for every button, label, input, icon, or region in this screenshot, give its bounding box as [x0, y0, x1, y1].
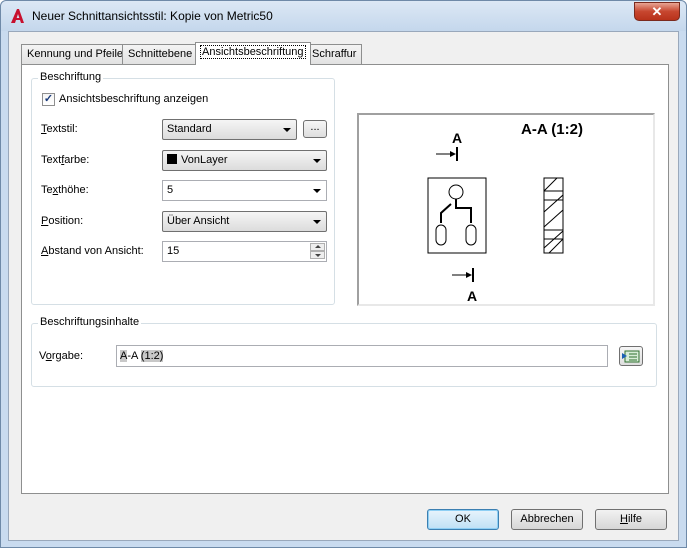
window-title: Neuer Schnittansichtsstil: Kopie von Met…	[32, 9, 273, 23]
autocad-app-icon	[11, 9, 24, 23]
close-button[interactable]: ✕	[634, 2, 680, 21]
part-hole-circle	[448, 184, 464, 200]
position-label: Position:	[41, 215, 84, 227]
chevron-down-icon	[313, 189, 321, 193]
insert-field-icon	[622, 350, 640, 363]
tab-label: Schraffur	[312, 48, 357, 60]
title-bar[interactable]: Neuer Schnittansichtsstil: Kopie von Met…	[1, 1, 686, 31]
beschriftungsinhalte-group-title: Beschriftungsinhalte	[38, 316, 142, 328]
preview-drawing: A-A (1:2) A A	[427, 121, 583, 304]
spin-buttons	[310, 243, 325, 260]
insert-field-button[interactable]	[619, 346, 643, 366]
preview-title: A-A (1:2)	[521, 121, 583, 138]
vorgabe-text: -A	[127, 350, 141, 362]
spin-up-icon[interactable]	[310, 243, 325, 251]
section-label-preview: A-A (1:2) A A	[357, 113, 655, 306]
tab-ansichtsbeschriftung[interactable]: Ansichtsbeschriftung	[195, 42, 311, 65]
close-icon: ✕	[651, 4, 663, 19]
vorgabe-label: Vorgabe:	[39, 350, 84, 362]
tab-label: Kennung und Pfeile	[27, 48, 124, 60]
section-arrow-top-head	[450, 151, 456, 157]
checkmark-icon: ✓	[43, 93, 54, 105]
preview-marker-top: A	[452, 130, 462, 146]
help-label: Hilfe	[619, 513, 642, 525]
color-swatch	[167, 154, 177, 164]
cancel-button[interactable]: Abbrechen	[511, 509, 583, 530]
section-arrow-bottom-head	[466, 272, 472, 278]
position-value: Über Ansicht	[167, 215, 230, 227]
tab-schraffur[interactable]: Schraffur	[306, 44, 363, 64]
ok-label: OK	[455, 513, 471, 525]
part-slot-left	[435, 224, 447, 246]
abstand-spinner[interactable]: 15	[162, 241, 327, 262]
textstil-browse-button[interactable]: ...	[303, 120, 327, 138]
spin-down-icon[interactable]	[310, 251, 325, 259]
show-label-text: Ansichtsbeschriftung anzeigen	[59, 93, 209, 105]
textstil-select[interactable]: Standard	[162, 119, 297, 140]
texthoehe-value: 5	[167, 184, 174, 196]
abstand-label: Abstand von Ansicht:	[41, 245, 144, 257]
beschriftung-group-title: Beschriftung	[38, 71, 104, 83]
browse-ellipsis: ...	[310, 121, 320, 133]
tab-kennung-und-pfeile[interactable]: Kennung und Pfeile	[21, 44, 130, 64]
dialog-window: Neuer Schnittansichtsstil: Kopie von Met…	[0, 0, 687, 548]
texthoehe-label: Texthöhe:	[41, 184, 89, 196]
tab-label: Schnittebene	[128, 48, 193, 60]
tab-panel-ansichtsbeschriftung: Beschriftung ✓ Ansichtsbeschriftung anze…	[21, 64, 669, 494]
textstil-label: Textstil:	[41, 123, 78, 135]
chevron-down-icon	[313, 220, 321, 224]
ok-button[interactable]: OK	[427, 509, 499, 530]
part-slot-right	[465, 224, 477, 246]
chevron-down-icon	[283, 128, 291, 132]
textfarbe-label: Textfarbe:	[41, 154, 90, 166]
field-token: (1:2)	[140, 350, 164, 362]
preview-marker-bottom: A	[467, 288, 477, 304]
textstil-value: Standard	[167, 123, 212, 135]
texthoehe-combo[interactable]: 5	[162, 180, 327, 201]
help-button[interactable]: Hilfe	[595, 509, 667, 530]
abstand-value: 15	[167, 245, 180, 257]
vorgabe-input[interactable]: A-A (1:2)	[116, 345, 608, 367]
position-select[interactable]: Über Ansicht	[162, 211, 327, 232]
textfarbe-select[interactable]: VonLayer	[162, 150, 327, 171]
chevron-down-icon	[313, 159, 321, 163]
cancel-label: Abbrechen	[520, 513, 574, 525]
tab-schnittebene[interactable]: Schnittebene	[122, 44, 199, 64]
tab-label: Ansichtsbeschriftung	[200, 45, 306, 59]
beschriftung-group: Beschriftung ✓ Ansichtsbeschriftung anze…	[31, 71, 335, 305]
show-label-checkbox[interactable]: ✓	[42, 93, 55, 106]
textfarbe-value: VonLayer	[181, 154, 228, 166]
dialog-client: Kennung und Pfeile Schnittebene Ansichts…	[8, 31, 679, 541]
